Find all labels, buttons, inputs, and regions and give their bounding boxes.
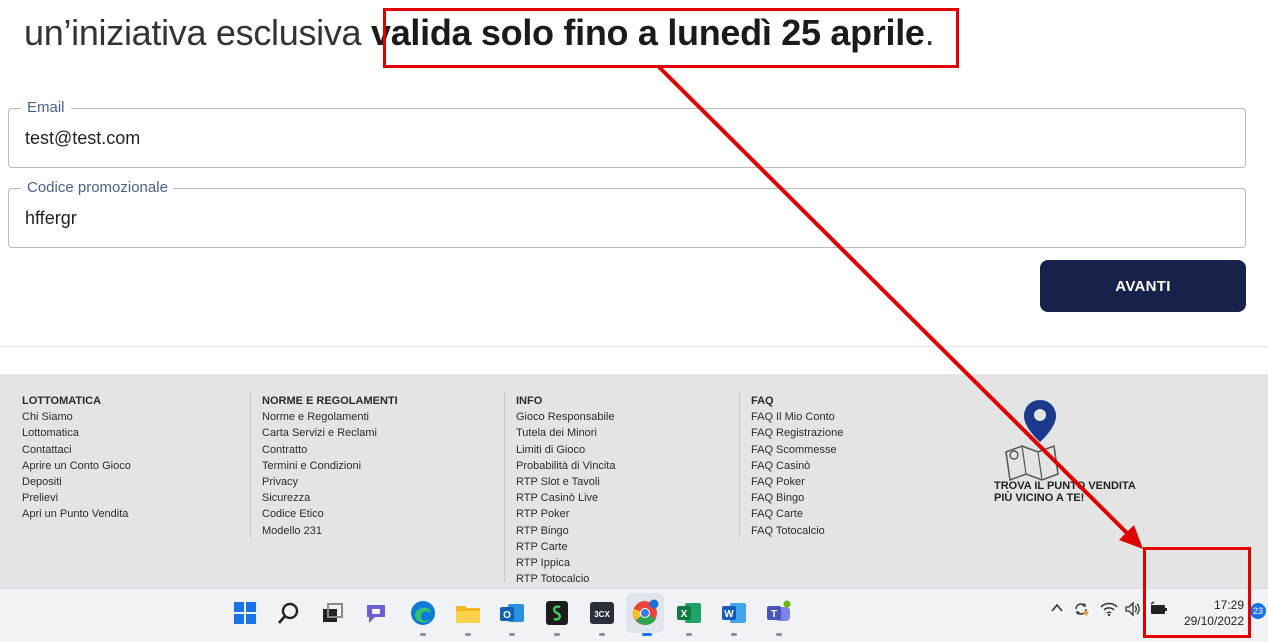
annotation-arrow <box>656 64 1143 549</box>
